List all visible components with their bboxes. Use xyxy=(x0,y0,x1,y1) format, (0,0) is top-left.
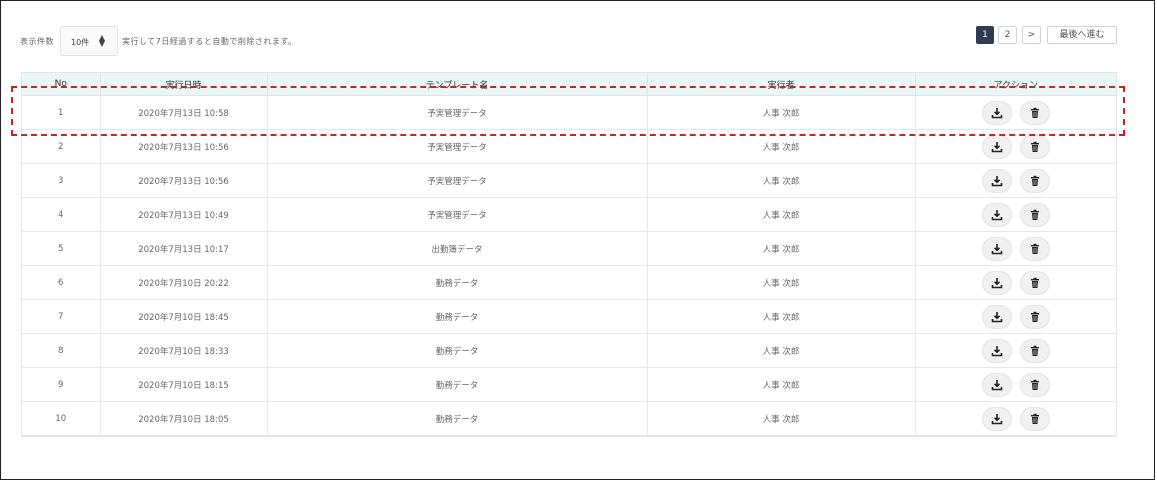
cell-template: 予実管理データ xyxy=(267,95,648,130)
history-table: No 実行日時 テンプレート名 実行者 アクション 1 2020年7月13日 10… xyxy=(21,72,1117,437)
delete-button[interactable] xyxy=(1019,100,1050,125)
table-row: 6 2020年7月10日 20:22 勤務データ 人事 次郎 xyxy=(22,265,1116,300)
download-button[interactable] xyxy=(981,202,1012,227)
cell-actions xyxy=(915,197,1116,232)
cell-actions xyxy=(915,299,1116,334)
column-header-template[interactable]: テンプレート名 xyxy=(267,73,648,96)
cell-datetime: 2020年7月10日 18:15 xyxy=(100,367,268,402)
cell-template: 予実管理データ xyxy=(267,197,648,232)
cell-template: 勤務データ xyxy=(267,367,648,402)
delete-button[interactable] xyxy=(1019,168,1050,193)
table-row: 4 2020年7月13日 10:49 予実管理データ 人事 次郎 xyxy=(22,197,1116,232)
table-row: 1 2020年7月13日 10:58 予実管理データ 人事 次郎 xyxy=(22,95,1116,130)
cell-datetime: 2020年7月13日 10:56 xyxy=(100,163,268,198)
retention-note: 実行して7日経過すると自動で削除されます。 xyxy=(122,37,297,46)
page-2-button[interactable]: 2 xyxy=(998,26,1017,44)
cell-actions xyxy=(915,367,1116,402)
cell-actions xyxy=(915,95,1116,130)
delete-button[interactable] xyxy=(1019,236,1050,261)
column-header-user[interactable]: 実行者 xyxy=(647,73,916,96)
cell-template: 予実管理データ xyxy=(267,163,648,198)
delete-button[interactable] xyxy=(1019,304,1050,329)
table-row: 8 2020年7月10日 18:33 勤務データ 人事 次郎 xyxy=(22,333,1116,368)
cell-user: 人事 次郎 xyxy=(647,401,916,436)
cell-no: 4 xyxy=(22,197,101,232)
per-page-label: 表示件数 xyxy=(20,37,54,46)
delete-button[interactable] xyxy=(1019,338,1050,363)
cell-template: 勤務データ xyxy=(267,299,648,334)
column-header-no[interactable]: No xyxy=(22,73,101,96)
cell-no: 7 xyxy=(22,299,101,334)
download-button[interactable] xyxy=(981,338,1012,363)
cell-user: 人事 次郎 xyxy=(647,299,916,334)
per-page-select[interactable]: 10件 ▲ ▼ xyxy=(60,26,118,56)
cell-user: 人事 次郎 xyxy=(647,333,916,368)
download-button[interactable] xyxy=(981,236,1012,261)
delete-button[interactable] xyxy=(1019,270,1050,295)
delete-button[interactable] xyxy=(1019,202,1050,227)
delete-button[interactable] xyxy=(1019,406,1050,431)
cell-datetime: 2020年7月13日 10:56 xyxy=(100,129,268,164)
column-header-actions: アクション xyxy=(915,73,1116,96)
download-button[interactable] xyxy=(981,372,1012,397)
cell-user: 人事 次郎 xyxy=(647,197,916,232)
download-button[interactable] xyxy=(981,304,1012,329)
cell-datetime: 2020年7月13日 10:17 xyxy=(100,231,268,266)
cell-actions xyxy=(915,333,1116,368)
cell-user: 人事 次郎 xyxy=(647,95,916,130)
page-1-button[interactable]: 1 xyxy=(976,26,994,44)
cell-user: 人事 次郎 xyxy=(647,231,916,266)
cell-datetime: 2020年7月10日 18:05 xyxy=(100,401,268,436)
cell-actions xyxy=(915,231,1116,266)
cell-user: 人事 次郎 xyxy=(647,265,916,300)
cell-actions xyxy=(915,163,1116,198)
cell-user: 人事 次郎 xyxy=(647,129,916,164)
delete-button[interactable] xyxy=(1019,372,1050,397)
table-row: 2 2020年7月13日 10:56 予実管理データ 人事 次郎 xyxy=(22,129,1116,164)
cell-actions xyxy=(915,265,1116,300)
cell-actions xyxy=(915,129,1116,164)
download-button[interactable] xyxy=(981,168,1012,193)
table-row: 5 2020年7月13日 10:17 出勤簿データ 人事 次郎 xyxy=(22,231,1116,266)
list-toolbar: 表示件数 10件 ▲ ▼ 実行して7日経過すると自動で削除されます。 1 2 > … xyxy=(20,26,1117,60)
delete-button[interactable] xyxy=(1019,134,1050,159)
select-caret-icon: ▲ ▼ xyxy=(98,33,105,48)
download-button[interactable] xyxy=(981,134,1012,159)
table-row: 7 2020年7月10日 18:45 勤務データ 人事 次郎 xyxy=(22,299,1116,334)
cell-no: 3 xyxy=(22,163,101,198)
column-header-datetime[interactable]: 実行日時 xyxy=(100,73,268,96)
cell-datetime: 2020年7月10日 18:33 xyxy=(100,333,268,368)
per-page-value: 10件 xyxy=(71,38,90,47)
cell-template: 出勤簿データ xyxy=(267,231,648,266)
table-header-row: No 実行日時 テンプレート名 実行者 アクション xyxy=(22,73,1116,96)
cell-no: 9 xyxy=(22,367,101,402)
download-button[interactable] xyxy=(981,100,1012,125)
cell-datetime: 2020年7月10日 20:22 xyxy=(100,265,268,300)
cell-user: 人事 次郎 xyxy=(647,163,916,198)
cell-template: 勤務データ xyxy=(267,265,648,300)
cell-no: 10 xyxy=(22,401,101,436)
cell-no: 1 xyxy=(22,95,101,130)
cell-datetime: 2020年7月13日 10:58 xyxy=(100,95,268,130)
cell-no: 5 xyxy=(22,231,101,266)
table-row: 9 2020年7月10日 18:15 勤務データ 人事 次郎 xyxy=(22,367,1116,402)
table-row: 10 2020年7月10日 18:05 勤務データ 人事 次郎 xyxy=(22,401,1116,436)
cell-datetime: 2020年7月13日 10:49 xyxy=(100,197,268,232)
cell-template: 勤務データ xyxy=(267,333,648,368)
cell-template: 勤務データ xyxy=(267,401,648,436)
next-page-button[interactable]: > xyxy=(1022,26,1041,44)
cell-template: 予実管理データ xyxy=(267,129,648,164)
download-button[interactable] xyxy=(981,270,1012,295)
cell-actions xyxy=(915,401,1116,436)
cell-user: 人事 次郎 xyxy=(647,367,916,402)
cell-datetime: 2020年7月10日 18:45 xyxy=(100,299,268,334)
last-page-button[interactable]: 最後へ進む xyxy=(1047,26,1117,44)
table-row: 3 2020年7月13日 10:56 予実管理データ 人事 次郎 xyxy=(22,163,1116,198)
cell-no: 6 xyxy=(22,265,101,300)
cell-no: 2 xyxy=(22,129,101,164)
cell-no: 8 xyxy=(22,333,101,368)
download-button[interactable] xyxy=(981,406,1012,431)
